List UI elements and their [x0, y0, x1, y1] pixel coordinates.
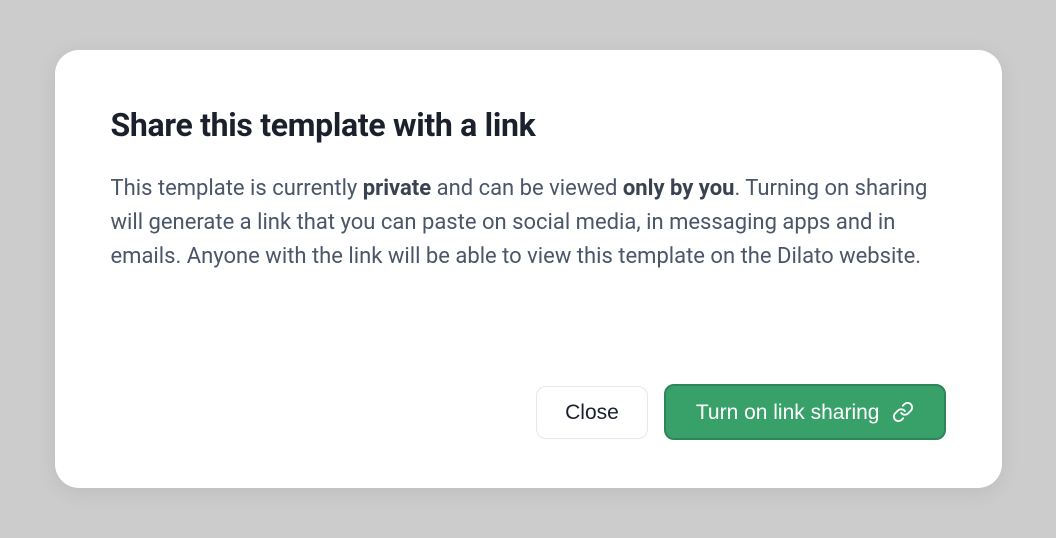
turn-on-link-sharing-button[interactable]: Turn on link sharing — [664, 384, 946, 440]
desc-text-2: and can be viewed — [431, 176, 623, 201]
desc-bold-only-you: only by you — [623, 176, 735, 201]
modal-actions: Close Turn on link sharing — [111, 384, 946, 440]
desc-bold-private: private — [363, 176, 431, 201]
modal-title: Share this template with a link — [111, 106, 946, 144]
desc-text-1: This template is currently — [111, 176, 363, 201]
primary-button-label: Turn on link sharing — [696, 402, 880, 423]
modal-description: This template is currently private and c… — [111, 172, 946, 274]
link-icon — [892, 401, 914, 423]
close-button[interactable]: Close — [536, 386, 648, 439]
close-button-label: Close — [565, 402, 619, 423]
share-modal: Share this template with a link This tem… — [55, 50, 1002, 488]
